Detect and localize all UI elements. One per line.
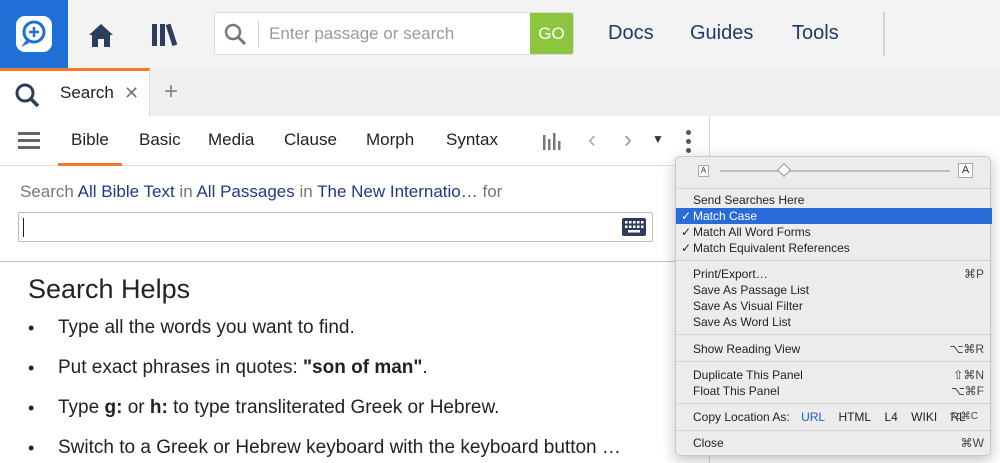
- tab-media[interactable]: Media: [208, 130, 254, 150]
- criteria-version-link[interactable]: The New Internatio…: [317, 182, 478, 201]
- search-criteria: Search All Bible Text in All Passages in…: [20, 182, 502, 202]
- criteria-in: in: [299, 182, 313, 201]
- criteria-suffix: for: [482, 182, 503, 201]
- search-helps-list: Type all the words you want to find. Put…: [28, 314, 621, 463]
- tab-strip: Search ✕ +: [0, 68, 1000, 116]
- chevron-left-icon[interactable]: ‹: [588, 126, 596, 154]
- query-input[interactable]: [18, 212, 653, 242]
- search-divider: [258, 21, 259, 47]
- library-icon[interactable]: [150, 20, 182, 50]
- tab-label: Search: [60, 83, 114, 102]
- go-button[interactable]: GO: [530, 13, 573, 54]
- menu-item-match-case[interactable]: ✓ Match Case: [676, 208, 992, 224]
- search-helps-title: Search Helps: [28, 274, 191, 304]
- menu-item-match-equivalent-refs[interactable]: ✓ Match Equivalent References: [676, 240, 992, 256]
- menu-item-close[interactable]: Close ⌘W: [676, 435, 992, 451]
- chevron-right-icon[interactable]: ›: [624, 126, 632, 154]
- menu-item-print-export[interactable]: Print/Export… ⌘P: [676, 266, 992, 282]
- menu-divider: [676, 403, 992, 404]
- add-tab-button[interactable]: +: [164, 78, 178, 106]
- nav-tools[interactable]: Tools: [792, 22, 839, 45]
- tab-morph[interactable]: Morph: [366, 130, 414, 150]
- hamburger-icon[interactable]: [18, 132, 40, 150]
- search-icon: [14, 82, 40, 108]
- nav-docs[interactable]: Docs: [608, 22, 654, 45]
- criteria-passages-link[interactable]: All Passages: [196, 182, 294, 201]
- menu-item-float-panel[interactable]: Float This Panel ⌥⌘F: [676, 383, 992, 399]
- menu-item-save-passage-list[interactable]: Save As Passage List: [676, 282, 992, 298]
- search-panel: Bible Basic Media Clause Morph Syntax ‹ …: [0, 116, 710, 463]
- criteria-prefix: Search: [20, 182, 74, 201]
- home-icon[interactable]: [86, 20, 116, 50]
- copy-location-wiki[interactable]: WIKI: [909, 409, 939, 425]
- copy-location-html[interactable]: HTML: [836, 409, 873, 425]
- menu-item-copy-location: Copy Location As: URL HTML L4 WIKI RL ⌥⌘…: [676, 409, 992, 425]
- slider-thumb[interactable]: [776, 162, 792, 178]
- global-search-box: GO: [214, 12, 574, 55]
- chevron-down-icon[interactable]: ▼: [652, 132, 664, 146]
- close-icon[interactable]: ✕: [124, 83, 139, 104]
- bar-chart-icon[interactable]: [542, 131, 564, 151]
- nav-guides[interactable]: Guides: [690, 22, 753, 45]
- list-item: Switch to a Greek or Hebrew keyboard wit…: [28, 434, 621, 463]
- menu-divider: [676, 430, 992, 431]
- list-item: Type all the words you want to find.: [28, 314, 621, 354]
- font-larger-icon[interactable]: A: [958, 163, 973, 178]
- text-cursor: [23, 218, 24, 237]
- tab-bible[interactable]: Bible: [58, 116, 122, 166]
- search-toolbar: Bible Basic Media Clause Morph Syntax ‹ …: [0, 116, 710, 166]
- menu-item-duplicate-panel[interactable]: Duplicate This Panel ⇧⌘N: [676, 367, 992, 383]
- menu-divider: [676, 361, 992, 362]
- panel-divider: [0, 261, 710, 262]
- keyboard-icon[interactable]: [622, 218, 646, 236]
- list-item: Type g: or h: to type transliterated Gre…: [28, 394, 621, 434]
- copy-location-shortcut: ⌥⌘C: [949, 411, 978, 422]
- search-icon: [223, 22, 247, 46]
- font-size-slider[interactable]: A A: [676, 157, 992, 185]
- slider-track[interactable]: [720, 170, 950, 172]
- list-item: Put exact phrases in quotes: "son of man…: [28, 354, 621, 394]
- menu-divider: [676, 188, 992, 189]
- logo-icon[interactable]: [0, 0, 68, 68]
- tab-basic[interactable]: Basic: [139, 130, 181, 150]
- menu-item-match-word-forms[interactable]: ✓ Match All Word Forms: [676, 224, 992, 240]
- tab-clause[interactable]: Clause: [284, 130, 337, 150]
- top-bar: GO Docs Guides Tools: [0, 0, 1000, 68]
- menu-divider: [676, 334, 992, 335]
- copy-location-l4[interactable]: L4: [882, 409, 899, 425]
- menu-item-show-reading-view[interactable]: Show Reading View ⌥⌘R: [676, 341, 992, 357]
- criteria-in: in: [179, 182, 193, 201]
- panel-menu: A A Send Searches Here ✓ Match Case ✓ Matc…: [675, 156, 992, 456]
- tab-syntax[interactable]: Syntax: [446, 130, 498, 150]
- toolbar-divider: [883, 12, 885, 56]
- menu-item-send-searches[interactable]: Send Searches Here: [676, 192, 992, 208]
- menu-item-save-word-list[interactable]: Save As Word List: [676, 314, 992, 330]
- copy-location-label: Copy Location As:: [693, 410, 790, 424]
- kebab-icon[interactable]: [686, 130, 694, 154]
- criteria-scope-link[interactable]: All Bible Text: [78, 182, 175, 201]
- copy-location-url[interactable]: URL: [799, 409, 827, 425]
- menu-item-save-visual-filter[interactable]: Save As Visual Filter: [676, 298, 992, 314]
- passage-search-input[interactable]: [269, 19, 529, 49]
- font-smaller-icon[interactable]: A: [698, 165, 709, 177]
- tab-search[interactable]: Search ✕: [0, 68, 150, 116]
- menu-divider: [676, 260, 992, 261]
